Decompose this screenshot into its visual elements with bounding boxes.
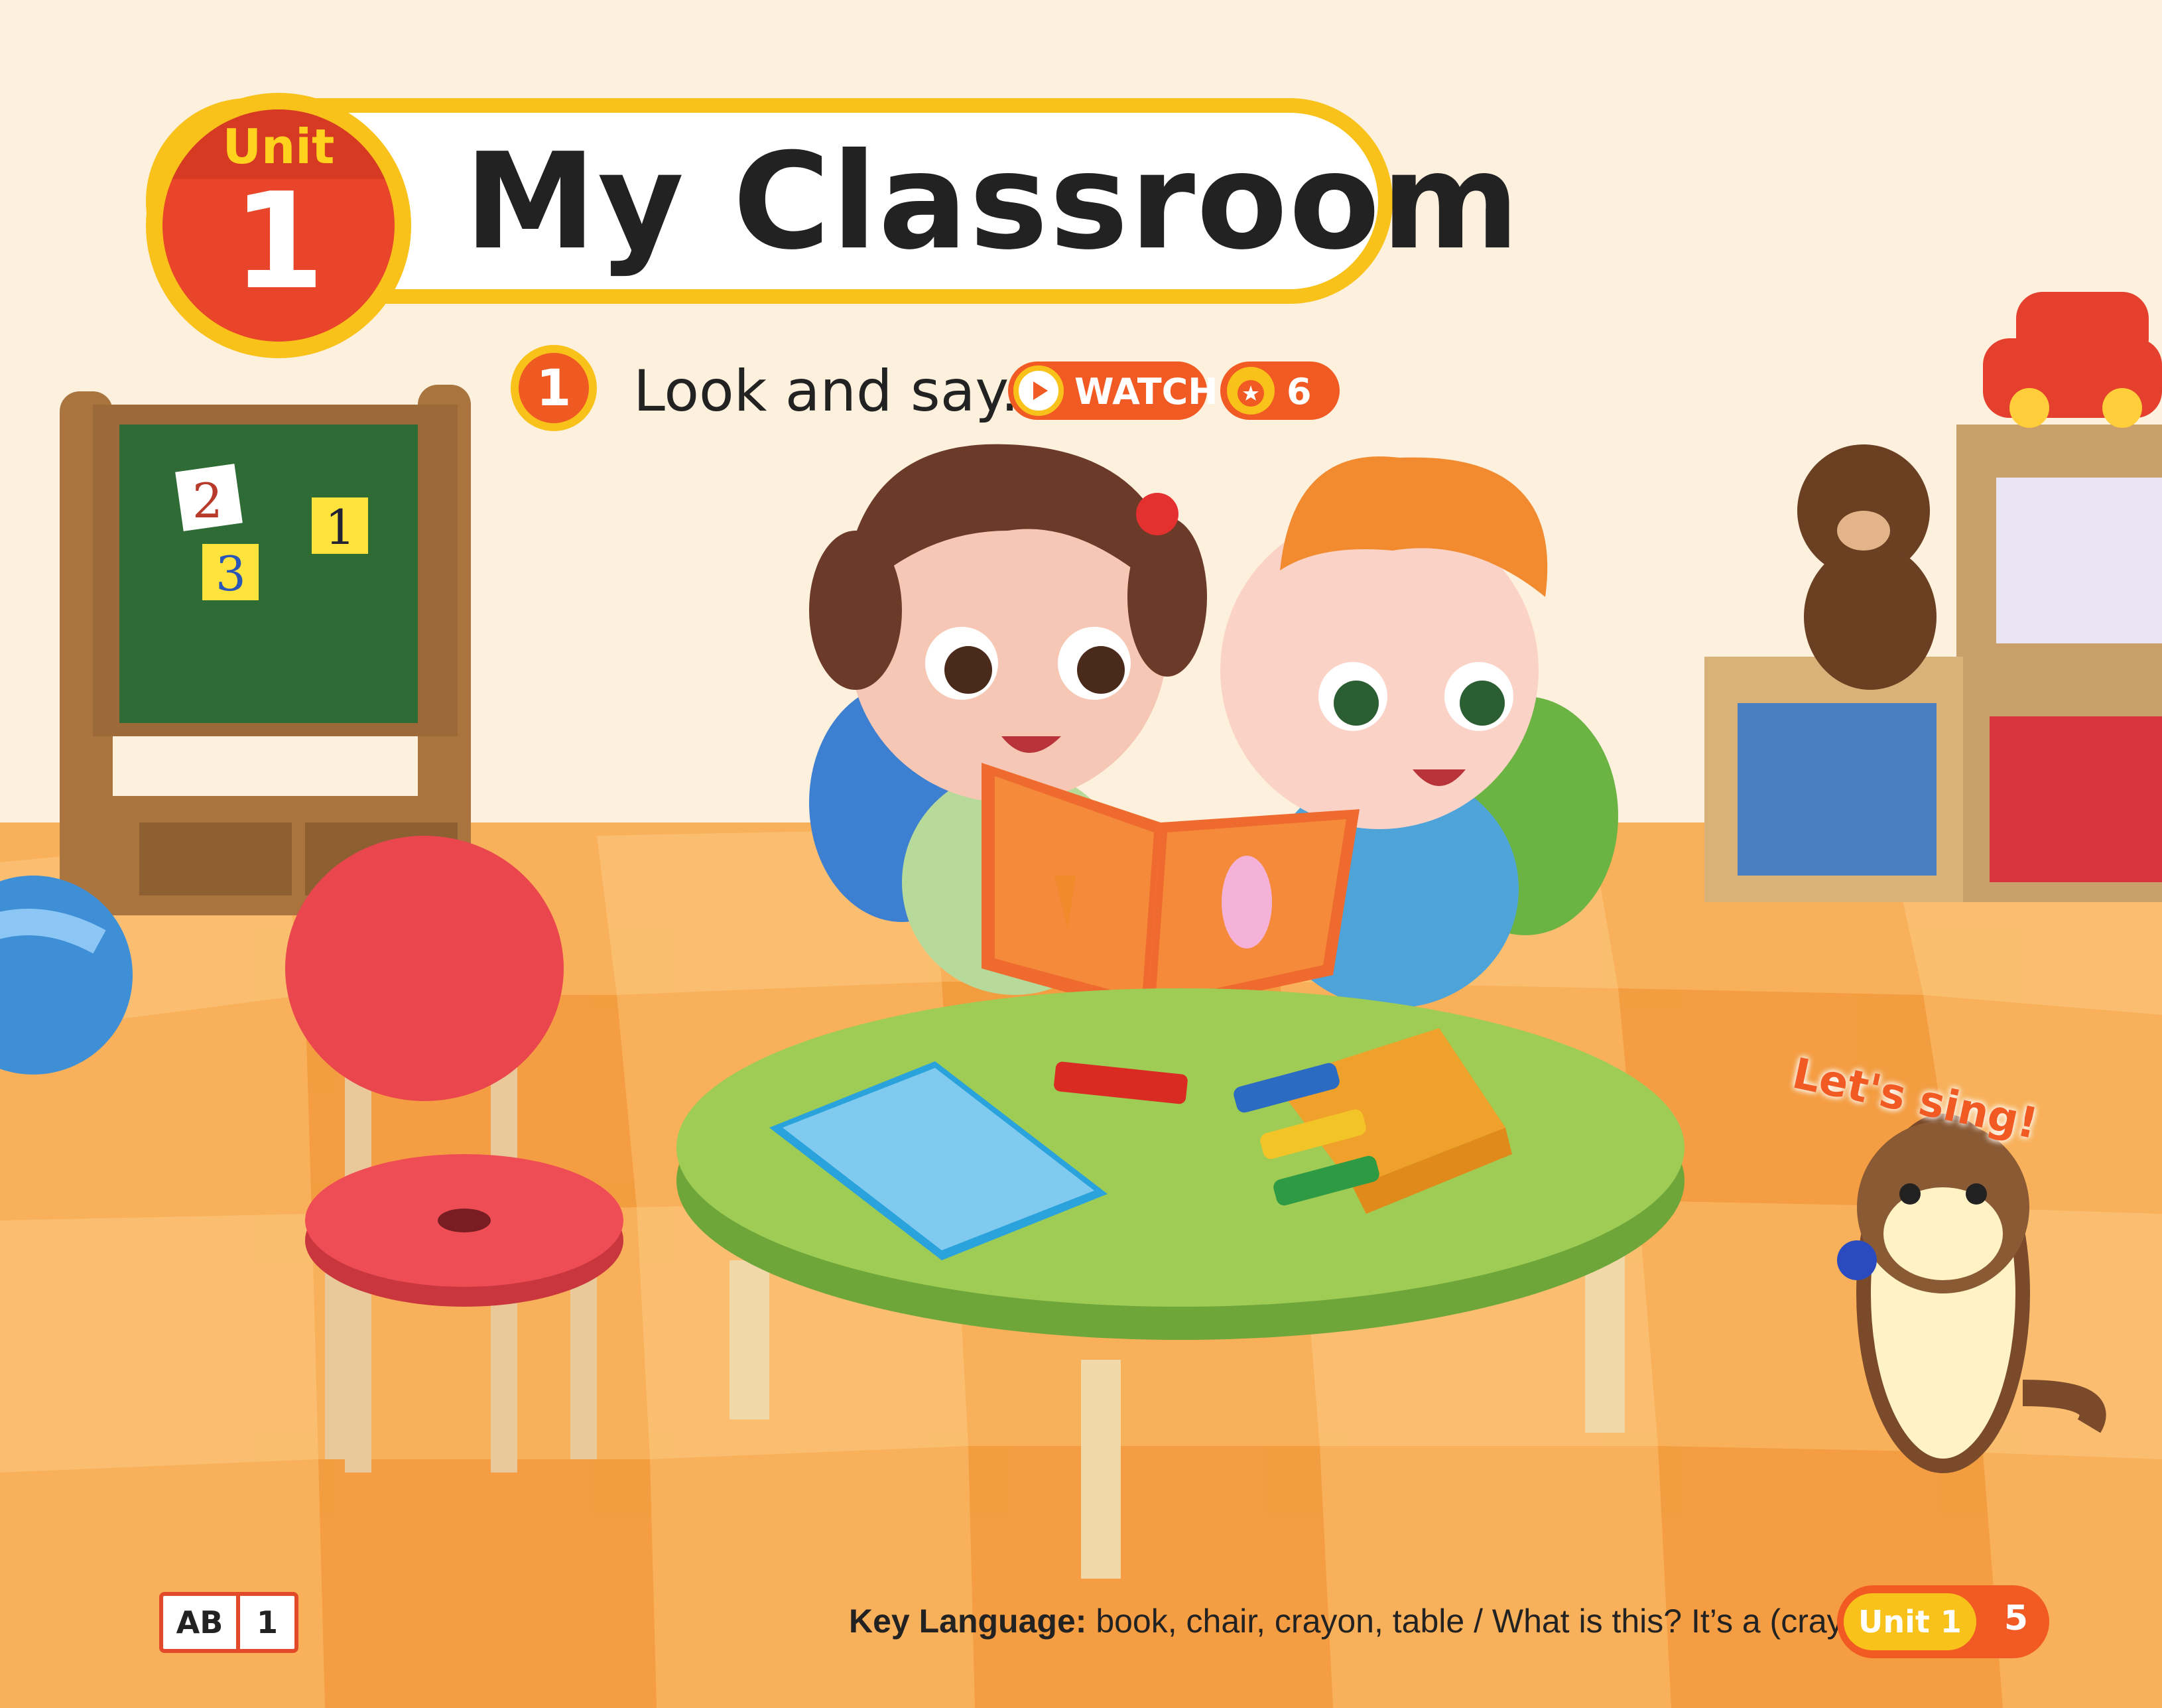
activity-number: 1: [519, 353, 589, 423]
page-number: 5: [2003, 1599, 2029, 1638]
track-number: 6: [1287, 371, 1312, 413]
number-block: 1: [325, 499, 355, 555]
number-block: 3: [216, 546, 246, 602]
unit-page-tab: Unit 1 5: [1837, 1585, 2049, 1658]
chalkboard-easel: 2 1 3: [60, 385, 471, 915]
watch-button[interactable]: WATCH: [1008, 361, 1218, 420]
unit-badge-inner: Unit 1: [162, 109, 395, 342]
ab-page-number: 1: [256, 1605, 278, 1640]
number-block: 2: [192, 473, 223, 529]
key-language: Key Language: book, chair, crayon, table…: [849, 1602, 1901, 1640]
watch-label: WATCH: [1074, 371, 1218, 413]
activity-number-badge: 1: [511, 345, 597, 431]
page-title: My Classroom: [464, 125, 1521, 279]
unit-tab-label: Unit 1: [1844, 1593, 1976, 1650]
key-language-label: Key Language:: [849, 1603, 1087, 1640]
music-track-icon: [1227, 367, 1275, 415]
ab-label: AB: [163, 1596, 240, 1649]
unit-number: 1: [232, 164, 325, 319]
key-language-text: book, chair, crayon, table / What is thi…: [1096, 1603, 1901, 1640]
audio-track-button[interactable]: 6: [1220, 361, 1340, 420]
play-icon: [1013, 365, 1064, 416]
activity-instruction: Look and say.: [633, 358, 1019, 425]
activity-book-reference: AB 1: [159, 1592, 298, 1653]
